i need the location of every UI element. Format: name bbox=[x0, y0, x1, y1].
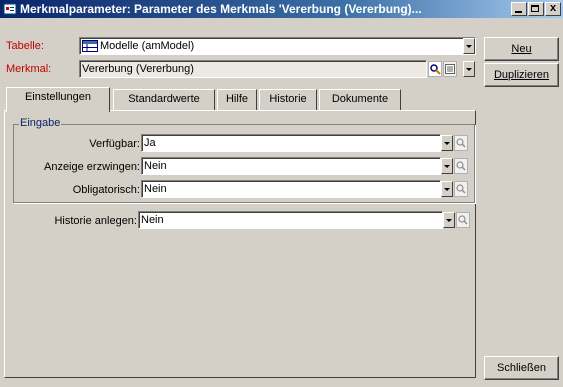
tabelle-dropdown-button[interactable] bbox=[463, 38, 475, 54]
close-button[interactable]: x bbox=[545, 2, 561, 16]
neu-button-label: Neu bbox=[511, 43, 532, 55]
tabelle-value: Modelle (amModel) bbox=[100, 40, 195, 52]
tabelle-label[interactable]: Tabelle: bbox=[6, 40, 44, 52]
minimize-button[interactable] bbox=[511, 2, 527, 16]
verfuegbar-combo[interactable]: Ja bbox=[141, 134, 441, 152]
obligatorisch-search-button[interactable] bbox=[454, 181, 468, 197]
obligatorisch-dropdown-button[interactable] bbox=[441, 181, 453, 197]
tab-einstellungen-label: Einstellungen bbox=[24, 91, 92, 103]
merkmal-detail-button[interactable] bbox=[443, 61, 457, 77]
merkmal-dropdown-button[interactable] bbox=[463, 61, 475, 77]
anzeige-erzwingen-dropdown-button[interactable] bbox=[441, 158, 453, 174]
duplizieren-button-label: Duplizieren bbox=[493, 69, 550, 81]
tab-dokumente[interactable]: Dokumente bbox=[319, 89, 401, 110]
merkmal-label[interactable]: Merkmal: bbox=[6, 63, 51, 75]
anzeige-erzwingen-label: Anzeige erzwingen: bbox=[43, 161, 140, 173]
eingabe-group-title: Eingabe bbox=[19, 117, 62, 129]
historie-anlegen-search-button[interactable] bbox=[456, 212, 470, 228]
tab-historie-label: Historie bbox=[269, 93, 307, 105]
anzeige-erzwingen-combo[interactable]: Nein bbox=[141, 157, 441, 175]
title-bar[interactable]: Merkmalparameter: Parameter des Merkmals… bbox=[0, 0, 563, 18]
tab-standardwerte[interactable]: Standardwerte bbox=[113, 89, 215, 110]
maximize-button[interactable] bbox=[528, 2, 544, 16]
app-icon bbox=[3, 3, 17, 15]
tab-einstellungen[interactable]: Einstellungen bbox=[6, 87, 110, 112]
historie-anlegen-label: Historie anlegen: bbox=[54, 215, 137, 227]
neu-button[interactable]: Neu bbox=[484, 37, 559, 61]
tabelle-combo[interactable]: Modelle (amModel) bbox=[79, 37, 476, 55]
tab-hilfe-label: Hilfe bbox=[225, 93, 248, 105]
verfuegbar-value: Ja bbox=[144, 137, 156, 149]
historie-anlegen-combo[interactable]: Nein bbox=[138, 211, 443, 229]
form-icon bbox=[445, 64, 455, 74]
magnifier-icon bbox=[456, 161, 466, 171]
merkmal-value: Vererbung (Vererbung) bbox=[82, 63, 194, 75]
duplizieren-button[interactable]: Duplizieren bbox=[484, 63, 559, 87]
magnifier-icon bbox=[430, 64, 441, 75]
window-title: Merkmalparameter: Parameter des Merkmals… bbox=[20, 2, 422, 16]
schliessen-button-label: Schließen bbox=[497, 362, 546, 374]
obligatorisch-combo[interactable]: Nein bbox=[141, 180, 441, 198]
anzeige-erzwingen-value: Nein bbox=[144, 160, 167, 172]
tab-standardwerte-label: Standardwerte bbox=[128, 93, 200, 105]
obligatorisch-label: Obligatorisch: bbox=[72, 184, 140, 196]
magnifier-icon bbox=[458, 215, 468, 225]
obligatorisch-value: Nein bbox=[144, 183, 167, 195]
magnifier-icon bbox=[456, 138, 466, 148]
tab-historie[interactable]: Historie bbox=[259, 89, 317, 110]
table-icon bbox=[82, 40, 98, 52]
dialog-window: Merkmalparameter: Parameter des Merkmals… bbox=[0, 0, 563, 387]
merkmal-search-button[interactable] bbox=[428, 61, 442, 77]
verfuegbar-search-button[interactable] bbox=[454, 135, 468, 151]
historie-anlegen-dropdown-button[interactable] bbox=[443, 212, 455, 228]
schliessen-button[interactable]: Schließen bbox=[484, 356, 559, 380]
merkmal-field[interactable]: Vererbung (Vererbung) bbox=[79, 60, 427, 78]
tab-dokumente-label: Dokumente bbox=[331, 93, 389, 105]
tab-hilfe[interactable]: Hilfe bbox=[217, 89, 257, 110]
anzeige-erzwingen-search-button[interactable] bbox=[454, 158, 468, 174]
historie-anlegen-value: Nein bbox=[141, 214, 164, 226]
verfuegbar-dropdown-button[interactable] bbox=[441, 135, 453, 151]
verfuegbar-label: Verfügbar: bbox=[89, 138, 140, 150]
magnifier-icon bbox=[456, 184, 466, 194]
